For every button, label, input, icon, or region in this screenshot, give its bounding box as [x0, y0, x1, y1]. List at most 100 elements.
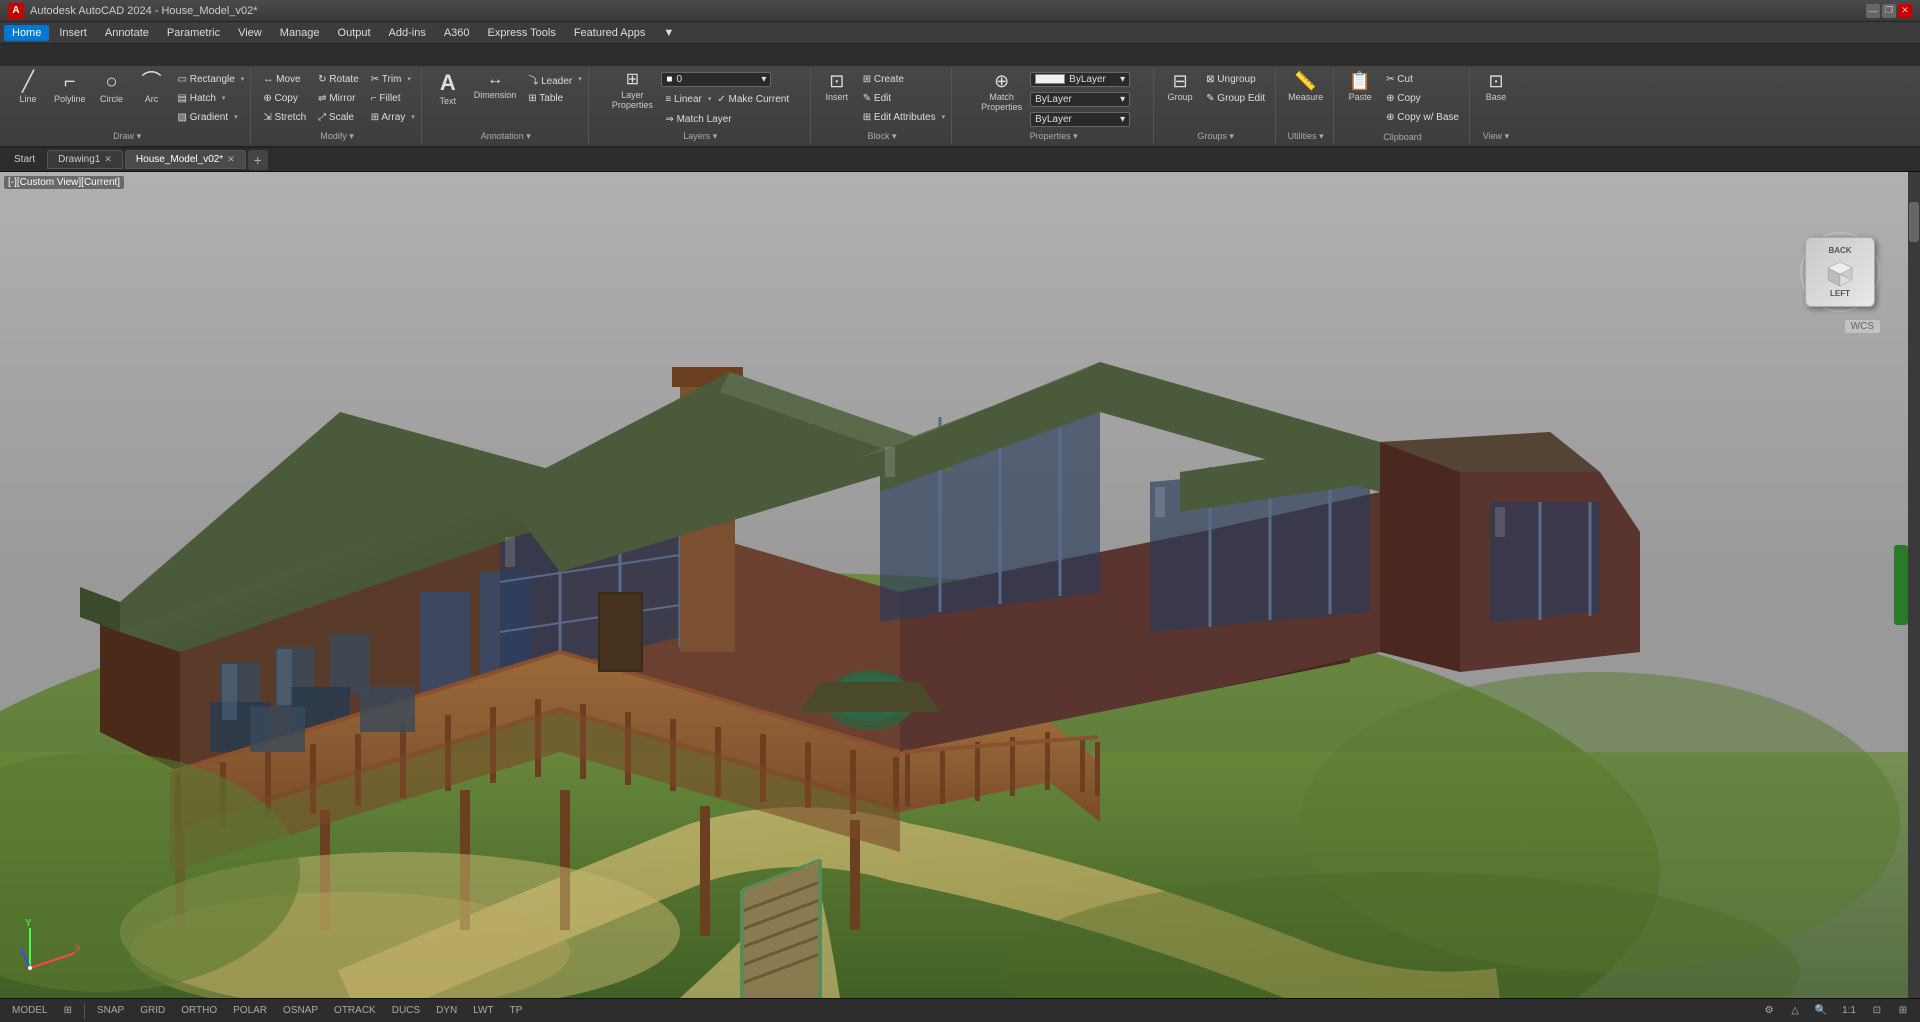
- tp-toggle[interactable]: TP: [506, 1005, 527, 1016]
- array-button[interactable]: ⊞ Array: [367, 111, 410, 124]
- restore-button[interactable]: ❐: [1882, 4, 1896, 18]
- menu-addins[interactable]: Add-ins: [381, 25, 434, 41]
- settings-icon-btn[interactable]: ⚙: [1760, 1002, 1778, 1020]
- start-tab[interactable]: Start: [4, 151, 45, 168]
- drawing1-close-button[interactable]: ✕: [104, 154, 112, 165]
- linetype-dropdown[interactable]: ByLayer ▾: [1030, 92, 1130, 107]
- make-current-button[interactable]: ✓ Make Current: [713, 93, 793, 106]
- minimize-button[interactable]: —: [1866, 4, 1880, 18]
- copy-button[interactable]: ⊕ Copy: [259, 92, 302, 105]
- copy-clip-button[interactable]: ⊕ Copy: [1382, 92, 1425, 105]
- menu-a360[interactable]: A360: [436, 25, 478, 41]
- fillet-button[interactable]: ⌐ Fillet: [367, 92, 405, 105]
- ortho-toggle[interactable]: ORTHO: [177, 1005, 221, 1016]
- polar-toggle[interactable]: POLAR: [229, 1005, 271, 1016]
- side-panel-indicator[interactable]: [1894, 545, 1908, 625]
- layer-dropdown[interactable]: ■ 0 ▾: [661, 72, 771, 87]
- edit-attr-dropdown[interactable]: ▾: [942, 113, 946, 121]
- scale-button[interactable]: ⤢ Scale: [314, 111, 358, 124]
- lwt-toggle[interactable]: LWT: [469, 1005, 497, 1016]
- linetype-dropdown-arrow[interactable]: ▾: [1120, 94, 1125, 105]
- gradient-button[interactable]: ▨ Gradient: [174, 111, 233, 124]
- create-button[interactable]: ⊞ Create: [859, 73, 908, 86]
- leader-button[interactable]: ⤵ Leader: [524, 71, 576, 88]
- hatch-dropdown[interactable]: ▾: [222, 94, 226, 102]
- dimension-button[interactable]: ↔ Dimension: [470, 70, 521, 102]
- menu-insert[interactable]: Insert: [51, 25, 95, 41]
- move-button[interactable]: ↔ Move: [259, 73, 304, 86]
- right-scrollbar[interactable]: [1908, 172, 1920, 998]
- polyline-button[interactable]: ⌐ Polyline: [50, 70, 90, 106]
- scrollbar-thumb[interactable]: [1909, 202, 1919, 242]
- edit-attributes-button[interactable]: ⊞ Edit Attributes: [859, 111, 940, 124]
- house-model-close-button[interactable]: ✕: [227, 154, 235, 165]
- lineweight-dropdown[interactable]: ByLayer ▾: [1030, 112, 1130, 127]
- otrack-toggle[interactable]: OTRACK: [330, 1005, 380, 1016]
- osnap-toggle[interactable]: OSNAP: [279, 1005, 322, 1016]
- edit-button[interactable]: ✎ Edit: [859, 92, 895, 105]
- arc-button[interactable]: ⌒ Arc: [134, 70, 170, 106]
- cut-button[interactable]: ✂ Cut: [1382, 73, 1417, 86]
- menu-parametric[interactable]: Parametric: [159, 25, 228, 41]
- stretch-button[interactable]: ⇲ Stretch: [259, 111, 310, 124]
- model-status[interactable]: MODEL: [8, 1005, 52, 1016]
- layer-dropdown-arrow[interactable]: ▾: [761, 74, 766, 85]
- search-icon-btn[interactable]: 🔍: [1812, 1002, 1830, 1020]
- rotate-button[interactable]: ↻ Rotate: [314, 73, 363, 86]
- menu-more[interactable]: ▼: [655, 25, 682, 41]
- add-tab-button[interactable]: +: [248, 150, 268, 170]
- leader-dropdown[interactable]: ▾: [578, 75, 582, 83]
- menu-express[interactable]: Express Tools: [480, 25, 564, 41]
- house-model-tab[interactable]: House_Model_v02* ✕: [125, 150, 246, 169]
- layer-properties-button[interactable]: ⊞ LayerProperties: [607, 70, 657, 112]
- mirror-button[interactable]: ⇌ Mirror: [314, 92, 359, 105]
- circle-button[interactable]: ○ Circle: [94, 70, 130, 106]
- copy-with-base-button[interactable]: ⊕ Copy w/ Base: [1382, 111, 1463, 124]
- warning-icon-btn[interactable]: △: [1786, 1002, 1804, 1020]
- group-edit-button[interactable]: ✎ Group Edit: [1202, 92, 1269, 105]
- trim-dropdown[interactable]: ▾: [407, 75, 411, 83]
- color-dropdown-arrow[interactable]: ▾: [1120, 74, 1125, 85]
- linear-dropdown[interactable]: ▾: [708, 95, 712, 103]
- grid-icon-btn[interactable]: ⊞: [1894, 1002, 1912, 1020]
- rectangle-button[interactable]: ▭ Rectangle: [174, 73, 239, 86]
- lineweight-dropdown-arrow[interactable]: ▾: [1120, 114, 1125, 125]
- viewcube[interactable]: BACK LEFT: [1800, 232, 1880, 312]
- ungroup-button[interactable]: ⊠ Ungroup: [1202, 73, 1260, 86]
- hatch-button[interactable]: ▤ Hatch: [174, 92, 220, 105]
- color-dropdown[interactable]: ByLayer ▾: [1030, 72, 1130, 87]
- dyn-toggle[interactable]: DYN: [432, 1005, 461, 1016]
- menu-view[interactable]: View: [230, 25, 270, 41]
- snap-toggle[interactable]: SNAP: [93, 1005, 128, 1016]
- linear-button[interactable]: ≡ Linear: [661, 93, 705, 106]
- trim-button[interactable]: ✂ Trim: [367, 73, 406, 86]
- array-dropdown[interactable]: ▾: [411, 113, 415, 121]
- group-button[interactable]: ⊟ Group: [1162, 70, 1198, 104]
- wcs-label[interactable]: WCS: [1845, 320, 1880, 333]
- drawing1-tab[interactable]: Drawing1 ✕: [47, 150, 123, 169]
- table-button[interactable]: ⊞ Table: [524, 92, 567, 105]
- measure-button[interactable]: 📏 Measure: [1284, 70, 1327, 104]
- layout-icon[interactable]: ⊞: [60, 1005, 76, 1016]
- match-layer-button[interactable]: ⇒ Match Layer: [661, 113, 735, 126]
- zoom-level[interactable]: 1:1: [1838, 1005, 1860, 1016]
- menu-annotate[interactable]: Annotate: [97, 25, 157, 41]
- grid-toggle[interactable]: GRID: [136, 1005, 169, 1016]
- ducs-toggle[interactable]: DUCS: [388, 1005, 424, 1016]
- menu-manage[interactable]: Manage: [272, 25, 328, 41]
- rectangle-dropdown[interactable]: ▾: [241, 75, 245, 83]
- viewport-icon-btn[interactable]: ⊡: [1868, 1002, 1886, 1020]
- insert-button[interactable]: ⊡ Insert: [819, 70, 855, 104]
- match-properties-button[interactable]: ⊕ MatchProperties: [977, 70, 1026, 114]
- gradient-dropdown[interactable]: ▾: [234, 113, 238, 121]
- close-button[interactable]: ✕: [1898, 4, 1912, 18]
- menu-output[interactable]: Output: [330, 25, 379, 41]
- paste-button[interactable]: 📋 Paste: [1342, 70, 1378, 104]
- menu-home[interactable]: Home: [4, 25, 49, 41]
- 3d-scene[interactable]: BACK LEFT WCS: [0, 172, 1920, 998]
- text-button[interactable]: A Text: [430, 70, 466, 108]
- line-button[interactable]: ╱ Line: [10, 70, 46, 106]
- menu-featured[interactable]: Featured Apps: [566, 25, 654, 41]
- base-button[interactable]: ⊡ Base: [1478, 70, 1514, 104]
- viewcube-face[interactable]: BACK LEFT: [1805, 237, 1875, 307]
